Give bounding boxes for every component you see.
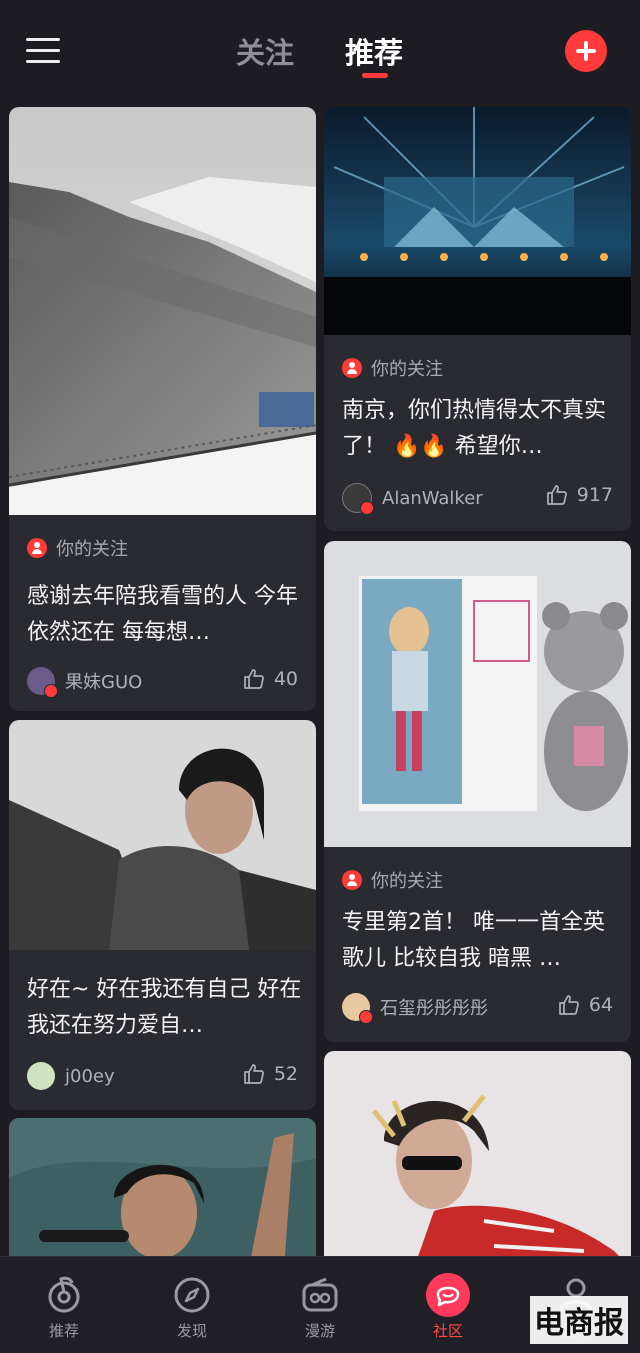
menu-icon[interactable] (26, 36, 62, 66)
add-post-button[interactable] (565, 30, 607, 72)
thumbs-up-icon (546, 485, 567, 505)
post-image-sunglasses-portrait (324, 1051, 631, 1268)
like-count: 52 (273, 1063, 298, 1085)
compass-icon (172, 1275, 212, 1315)
person-icon (27, 538, 47, 558)
post-title: 好在~ 好在我还有自己 好在我还在努力爱自… (27, 977, 302, 1038)
top-bar: 关注 推荐 (0, 0, 640, 104)
post-title: 南京，你们热情得太不真实了！ 🔥🔥 希望你… (342, 398, 607, 459)
post-title: 专里第2首！ 唯一一首全英歌儿 比较自我 暗黑 … (342, 910, 605, 971)
post-image-teddy-bear-collage (324, 541, 631, 847)
nav-label: 社区 (432, 1322, 463, 1340)
like-button[interactable]: 40 (242, 667, 298, 691)
following-tag: 你的关注 (342, 867, 443, 893)
following-tag-label: 你的关注 (371, 359, 443, 380)
post-author[interactable]: j00ey (27, 1062, 115, 1090)
post-card[interactable]: 好在~ 好在我还有自己 好在我还在努力爱自… j00ey 52 (9, 720, 316, 1110)
tab-recommended[interactable]: 推荐 (345, 30, 403, 72)
like-button[interactable]: 917 (545, 483, 613, 507)
nav-label: 推荐 (48, 1322, 79, 1340)
chat-bubble-icon (426, 1273, 470, 1317)
post-card[interactable] (324, 1051, 631, 1268)
post-card[interactable]: 你的关注 专里第2首！ 唯一一首全英歌儿 比较自我 暗黑 … 石玺彤彤彤彤 64 (324, 541, 631, 1042)
person-icon (342, 358, 362, 378)
avatar (27, 1062, 55, 1090)
author-name: 石玺彤彤彤彤 (380, 998, 488, 1019)
post-card[interactable]: 你的关注 南京，你们热情得太不真实了！ 🔥🔥 希望你… AlanWalker 9… (324, 107, 631, 531)
post-author[interactable]: 石玺彤彤彤彤 (342, 993, 488, 1024)
thumbs-up-icon (243, 1064, 264, 1084)
post-author[interactable]: AlanWalker (342, 483, 483, 515)
author-name: j00ey (65, 1065, 115, 1087)
nav-label: 发现 (176, 1322, 207, 1340)
like-count: 917 (576, 484, 613, 506)
watermark-logo: 电商报 (530, 1296, 628, 1344)
post-title: 感谢去年陪我看雪的人 今年依然还在 每每想… (27, 584, 298, 645)
netease-logo-icon (44, 1275, 84, 1315)
like-button[interactable]: 64 (557, 993, 613, 1017)
post-image-singer (9, 1118, 316, 1268)
avatar (27, 667, 58, 698)
radio-icon (300, 1275, 340, 1315)
post-image-concert-stage (324, 107, 631, 335)
following-tag: 你的关注 (342, 355, 443, 381)
nav-item-community[interactable]: 社区 (408, 1273, 488, 1341)
thumbs-up-icon (558, 995, 579, 1015)
nav-item-discover[interactable]: 发现 (152, 1275, 232, 1341)
avatar (342, 483, 374, 515)
post-image-snow-mountain (9, 107, 316, 515)
post-card[interactable]: 你的关注 感谢去年陪我看雪的人 今年依然还在 每每想… 果妹GUO 40 (9, 107, 316, 711)
nav-item-roam[interactable]: 漫游 (280, 1275, 360, 1341)
post-card[interactable] (9, 1118, 316, 1268)
like-count: 40 (273, 668, 298, 690)
following-tag-label: 你的关注 (56, 539, 128, 560)
author-name: AlanWalker (382, 487, 483, 509)
avatar (342, 993, 373, 1024)
author-name: 果妹GUO (65, 672, 143, 693)
thumbs-up-icon (243, 669, 264, 689)
like-button[interactable]: 52 (242, 1062, 298, 1086)
post-image-portrait (9, 720, 316, 950)
following-tag-label: 你的关注 (371, 871, 443, 892)
like-count: 64 (588, 994, 613, 1016)
following-tag: 你的关注 (27, 535, 128, 561)
post-author[interactable]: 果妹GUO (27, 667, 143, 698)
nav-item-recommend[interactable]: 推荐 (24, 1275, 104, 1341)
tab-following[interactable]: 关注 (236, 30, 294, 72)
active-tab-indicator (362, 73, 388, 78)
nav-label: 漫游 (304, 1322, 335, 1340)
person-icon (342, 870, 362, 890)
